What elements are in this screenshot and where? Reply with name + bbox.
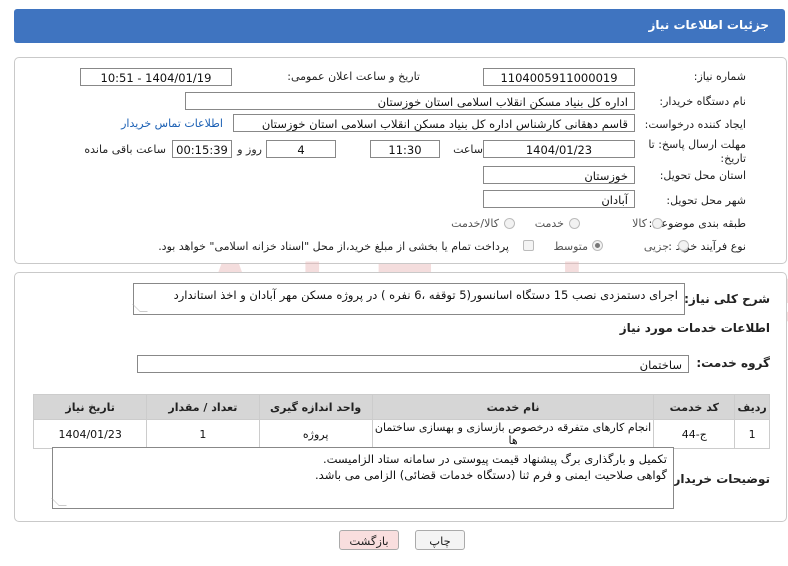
resize-grip[interactable] — [51, 498, 67, 506]
announce-label: تاریخ و ساعت اعلان عمومی: — [287, 70, 420, 83]
services-table: ردیف کد خدمت نام خدمت واحد اندازه گیری ت… — [32, 394, 770, 449]
summary-text: اجرای دستمزدی نصب 15 دستگاه اسانسور(5 تو… — [173, 288, 678, 302]
col-need-date: تاریخ نیاز — [32, 394, 148, 420]
process-radio-minor[interactable] — [678, 240, 689, 251]
remaining-time-label: ساعت باقی مانده — [84, 143, 166, 156]
resize-grip[interactable] — [132, 304, 148, 312]
category-option-goods-service: کالا/خدمت — [451, 217, 499, 230]
buyer-org-label: نام دستگاه خریدار: — [659, 95, 746, 108]
province-field: خوزستان — [483, 166, 635, 184]
category-radio-service[interactable] — [569, 218, 580, 229]
category-label: طبقه بندی موضوعی: — [648, 217, 746, 230]
creator-label: ایجاد کننده درخواست: — [644, 118, 746, 131]
announce-datetime-field: 1404/01/19 - 10:51 — [80, 68, 232, 86]
deadline-label-line1: مهلت ارسال پاسخ: تا — [648, 138, 746, 151]
buyer-notes-textarea[interactable]: تکمیل و بارگذاری برگ پیشنهاد قیمت پیوستی… — [51, 447, 674, 509]
deadline-time-field: 11:30 — [370, 140, 440, 158]
table-row: 1 ج-44 انجام کارهای متفرقه درخصوص بازساز… — [32, 419, 770, 449]
cell-unit: پروژه — [258, 419, 373, 449]
summary-textarea[interactable]: اجرای دستمزدی نصب 15 دستگاه اسانسور(5 تو… — [132, 283, 685, 315]
category-option-service: خدمت — [534, 217, 564, 230]
print-button[interactable]: چاپ — [415, 530, 465, 550]
province-label: استان محل تحویل: — [659, 169, 746, 182]
page-header: جزئیات اطلاعات نیاز — [14, 9, 785, 43]
col-service-code: کد خدمت — [653, 394, 736, 420]
cell-row-number: 1 — [734, 419, 770, 449]
deadline-time-label: ساعت — [453, 143, 483, 156]
process-option-medium: متوسط — [553, 240, 588, 253]
buyer-notes-line2: گواهی صلاحیت ایمنی و فرم ثنا (دستگاه خدم… — [315, 468, 667, 482]
summary-label: شرح کلی نیاز: — [684, 292, 770, 306]
col-unit: واحد اندازه گیری — [258, 394, 373, 420]
service-group-label: گروه خدمت: — [696, 356, 770, 370]
deadline-label-line2: تاریخ: — [720, 152, 746, 165]
page-title: جزئیات اطلاعات نیاز — [648, 18, 769, 32]
creator-field: قاسم دهقانی کارشناس اداره کل بنیاد مسکن … — [233, 114, 635, 132]
services-section-title: اطلاعات خدمات مورد نیاز — [619, 321, 770, 335]
process-option-minor: جزیی — [643, 240, 669, 253]
treasury-payment-checkbox[interactable] — [523, 240, 534, 251]
services-table-header: ردیف کد خدمت نام خدمت واحد اندازه گیری ت… — [32, 394, 770, 420]
col-service-name: نام خدمت — [371, 394, 655, 420]
process-radio-medium[interactable] — [592, 240, 603, 251]
category-radio-goods-service[interactable] — [504, 218, 515, 229]
buyer-notes-label: توضیحات خریدار: — [668, 472, 770, 486]
days-label: روز و — [237, 143, 262, 156]
days-remaining-field: 4 — [266, 140, 336, 158]
need-number-label: شماره نیاز: — [693, 70, 746, 83]
col-quantity: تعداد / مقدار — [146, 394, 260, 420]
back-button[interactable]: بازگشت — [339, 530, 399, 550]
deadline-date-field: 1404/01/23 — [483, 140, 635, 158]
cell-quantity: 1 — [146, 419, 260, 449]
cell-need-date: 1404/01/23 — [32, 419, 148, 449]
col-row-number: ردیف — [734, 394, 770, 420]
remaining-time-field: 00:15:39 — [172, 140, 232, 158]
need-number-field: 1104005911000019 — [483, 68, 635, 86]
need-info-card — [14, 57, 787, 264]
buyer-notes-line1: تکمیل و بارگذاری برگ پیشنهاد قیمت پیوستی… — [322, 452, 667, 466]
treasury-payment-note: پرداخت تمام یا بخشی از مبلغ خرید،از محل … — [158, 240, 509, 253]
category-option-goods: کالا — [632, 217, 647, 230]
buyer-org-field: اداره کل بنیاد مسکن انقلاب اسلامی استان … — [185, 92, 635, 110]
cell-service-name: انجام کارهای متفرقه درخصوص بازسازی و بهس… — [371, 419, 655, 449]
category-radio-goods[interactable] — [652, 218, 663, 229]
cell-service-code: ج-44 — [653, 419, 736, 449]
city-label: شهر محل تحویل: — [666, 194, 746, 207]
city-field: آبادان — [483, 190, 635, 208]
buyer-contact-link[interactable]: اطلاعات تماس خریدار — [121, 117, 223, 130]
service-group-field: ساختمان — [137, 355, 689, 373]
